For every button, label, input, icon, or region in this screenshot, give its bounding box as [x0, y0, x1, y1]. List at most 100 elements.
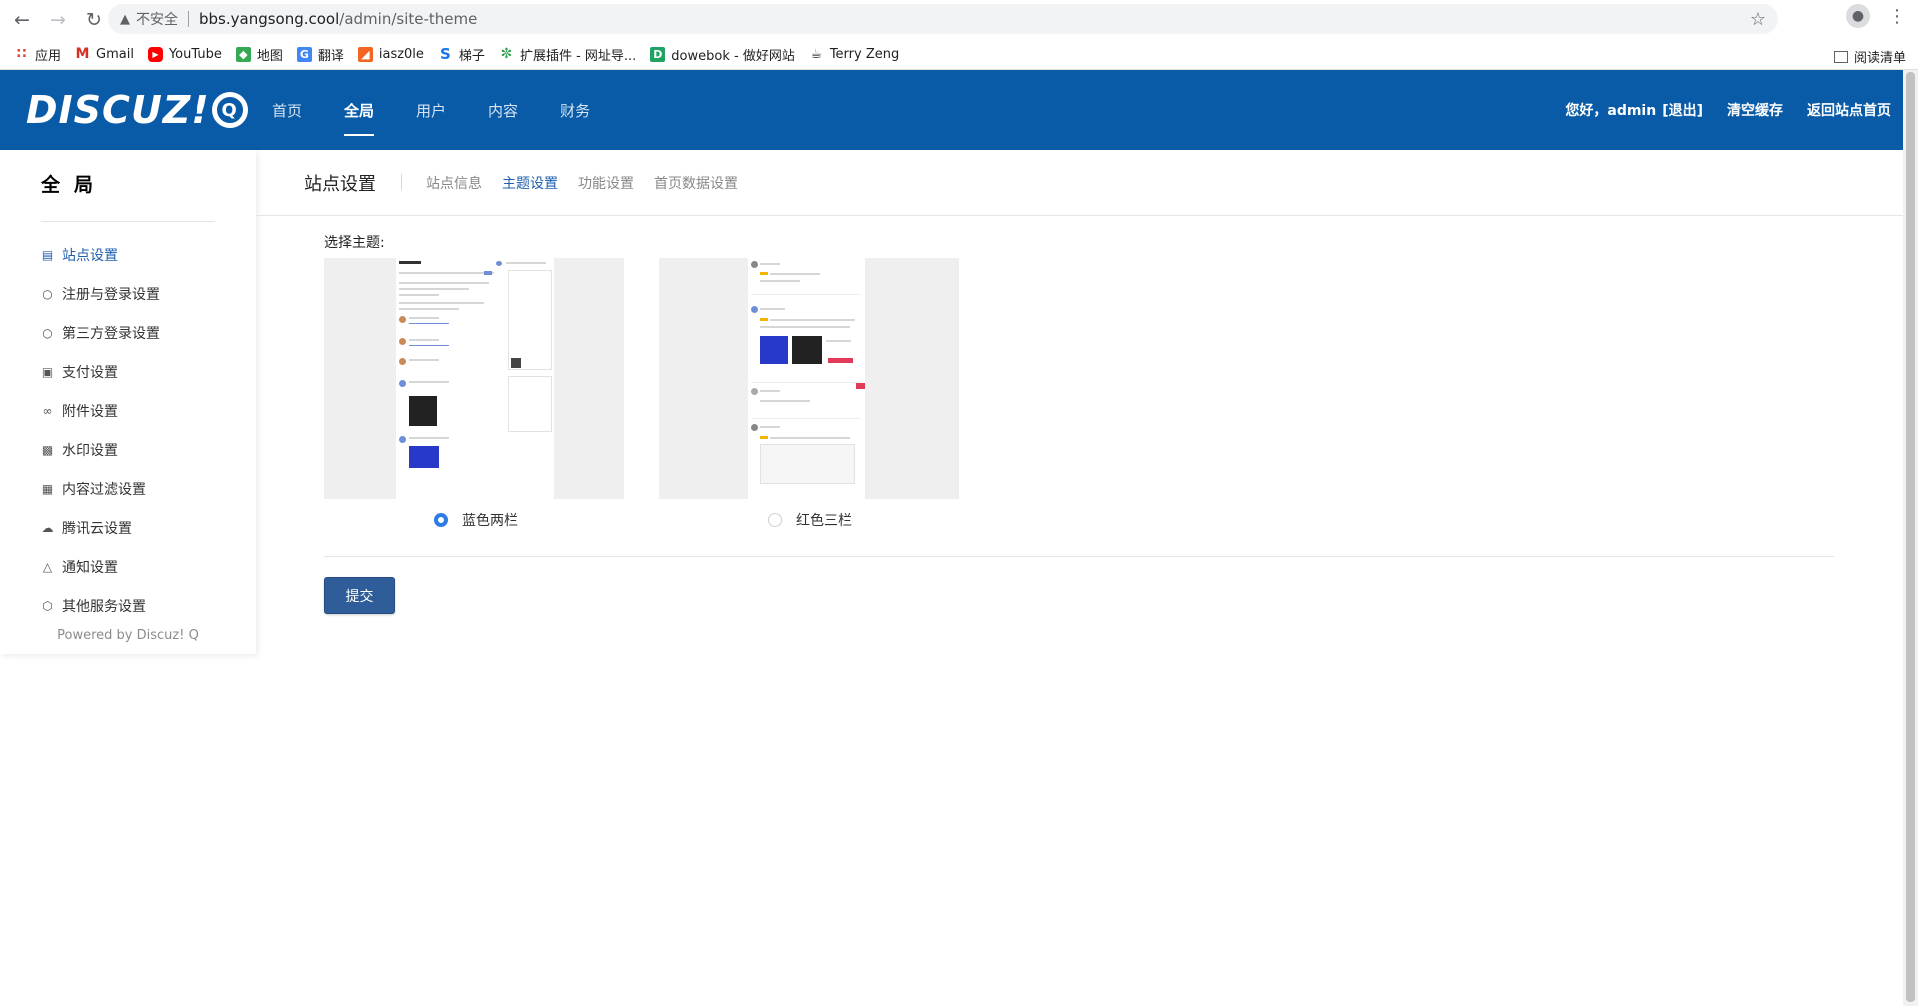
preview-line [751, 294, 861, 295]
bookmark-iasz0le[interactable]: ◢ iasz0le [357, 46, 424, 62]
preview-sidebox [508, 376, 552, 432]
preview-line [409, 323, 449, 324]
sidebar-item-label: 第三方登录设置 [62, 325, 160, 342]
preview-avatar [751, 261, 758, 268]
tab-site-info[interactable]: 站点信息 [426, 173, 482, 193]
bookmark-gmail[interactable]: M Gmail [75, 46, 134, 62]
bookmark-apps[interactable]: ∷ 应用 [14, 45, 61, 64]
bookmark-orange-icon: ◢ [357, 46, 373, 62]
sidebar-item-tencent-cloud[interactable]: ☁ 腾讯云设置 [41, 508, 160, 547]
bookmark-label: YouTube [168, 46, 222, 62]
preview-avatar [751, 424, 758, 431]
preview-line [826, 340, 851, 342]
extension-green-icon: ✼ [500, 46, 513, 62]
sidebar-item-label: 站点设置 [62, 247, 118, 264]
preview-line [399, 261, 421, 264]
preview-line [760, 390, 780, 392]
tab-homepage-data[interactable]: 首页数据设置 [654, 173, 738, 193]
bookmark-dowebok[interactable]: Ddowebok - 做好网站 [650, 45, 795, 64]
bookmark-label: 梯子 [458, 48, 485, 64]
content-divider [324, 556, 1834, 557]
bookmark-star-icon[interactable]: ☆ [1750, 9, 1766, 30]
reading-list[interactable]: 阅读清单 [1833, 47, 1906, 66]
submit-button[interactable]: 提交 [324, 577, 395, 614]
back-home-link[interactable]: 返回站点首页 [1807, 100, 1891, 120]
nav-global[interactable]: 全局 [344, 70, 375, 150]
sidebar-item-content-filter[interactable]: ▦ 内容过滤设置 [41, 469, 160, 508]
reload-icon[interactable]: ↻ [80, 6, 108, 34]
bookmark-label: 应用 [35, 48, 62, 64]
logout-link[interactable]: [退出] [1662, 103, 1703, 119]
preview-line [399, 272, 494, 274]
content-header: 站点设置 站点信息 主题设置 功能设置 首页数据设置 [256, 150, 1903, 216]
discuz-logo[interactable]: DISCUZ! Q [26, 86, 248, 134]
nav-home[interactable]: 首页 [272, 70, 302, 150]
omnibox-separator [188, 11, 189, 27]
radio-checked[interactable] [434, 513, 448, 527]
bookmark-maps[interactable]: ◆ 地图 [235, 45, 283, 64]
sidebar-item-label: 注册与登录设置 [62, 286, 160, 303]
preview-banner [760, 336, 788, 364]
user-icon: ○ [42, 286, 53, 301]
theme-preview-blue-two-column[interactable] [324, 258, 624, 499]
sidebar-item-label: 其他服务设置 [62, 598, 146, 615]
address-bar[interactable]: ▲ 不安全 bbs.yangsong.cool/admin/site-theme… [108, 4, 1778, 34]
browser-menu-icon[interactable]: ⋮ [1888, 6, 1906, 27]
url-host: bbs.yangsong.cool [199, 10, 340, 28]
forward-arrow-icon[interactable]: → [44, 6, 72, 34]
url-text[interactable]: bbs.yangsong.cool/admin/site-theme [199, 10, 477, 28]
theme-option-blue-two-column[interactable]: 蓝色两栏 [434, 510, 518, 530]
bookmark-youtube[interactable]: ▶ YouTube [147, 46, 222, 62]
s-logo-icon: S [440, 45, 451, 63]
preview-line [409, 339, 439, 341]
bookmark-ladder[interactable]: S 梯子 [438, 45, 485, 64]
theme-option-red-three-column[interactable]: 红色三栏 [768, 510, 852, 530]
preview-line [506, 262, 546, 264]
bookmark-terry-zeng[interactable]: ☕ Terry Zeng [809, 47, 900, 62]
sidebar-item-notifications[interactable]: △ 通知设置 [41, 547, 160, 586]
preview-avatar [399, 358, 406, 365]
sidebar-item-watermark[interactable]: ▩ 水印设置 [41, 430, 160, 469]
theme-option-label: 红色三栏 [796, 513, 852, 529]
theme-preview-red-three-column[interactable] [659, 258, 959, 499]
reading-list-label: 阅读清单 [1853, 51, 1906, 66]
tab-theme-settings[interactable]: 主题设置 [502, 173, 558, 193]
profile-avatar-icon[interactable]: ● [1846, 4, 1870, 28]
nav-content[interactable]: 内容 [488, 70, 518, 150]
greeting: 您好，admin [1565, 103, 1657, 119]
preview-line [409, 317, 439, 319]
main-nav: 首页 全局 用户 内容 财务 [272, 70, 632, 150]
preview-page [748, 258, 865, 499]
bookmark-extensions[interactable]: ✼ 扩展插件 - 网址导... [499, 45, 637, 64]
preview-avatar [399, 316, 406, 323]
sidebar-item-site-settings[interactable]: ▤ 站点设置 [41, 235, 160, 274]
preview-button [828, 358, 853, 363]
nav-finance[interactable]: 财务 [560, 70, 590, 150]
radio-unchecked[interactable] [768, 513, 782, 527]
preview-line [399, 282, 489, 284]
page-scrollbar[interactable] [1903, 70, 1918, 1006]
d-logo-icon: D [650, 46, 666, 62]
sidebar-item-attachments[interactable]: ∞ 附件设置 [41, 391, 160, 430]
bookmark-translate[interactable]: G 翻译 [296, 45, 344, 64]
sidebar-item-third-party-login[interactable]: ○ 第三方登录设置 [41, 313, 160, 352]
clear-cache-link[interactable]: 清空缓存 [1727, 100, 1783, 120]
bookmarks-bar: ∷ 应用 M Gmail ▶ YouTube ◆ 地图 G 翻译 ◢ iasz0le S 梯子… [0, 39, 1918, 70]
bell-icon: △ [42, 559, 53, 574]
back-arrow-icon[interactable]: ← [8, 6, 36, 34]
sidebar-item-other-services[interactable]: ⬡ 其他服务设置 [41, 586, 160, 625]
preview-avatar [751, 306, 758, 313]
scrollbar-thumb[interactable] [1906, 72, 1915, 1002]
preview-photo [792, 336, 822, 364]
sidebar-item-register-login[interactable]: ○ 注册与登录设置 [41, 274, 160, 313]
theme-option-label: 蓝色两栏 [462, 513, 518, 529]
preview-line [760, 308, 785, 310]
nav-users[interactable]: 用户 [416, 70, 446, 150]
document-icon: ▤ [41, 247, 54, 262]
preview-line [399, 308, 459, 310]
maps-icon: ◆ [235, 46, 251, 62]
preview-line [751, 382, 861, 383]
tab-function-settings[interactable]: 功能设置 [578, 173, 634, 193]
sidebar-item-payment[interactable]: ▣ 支付设置 [41, 352, 160, 391]
bookmark-label: 扩展插件 - 网址导... [519, 48, 637, 64]
